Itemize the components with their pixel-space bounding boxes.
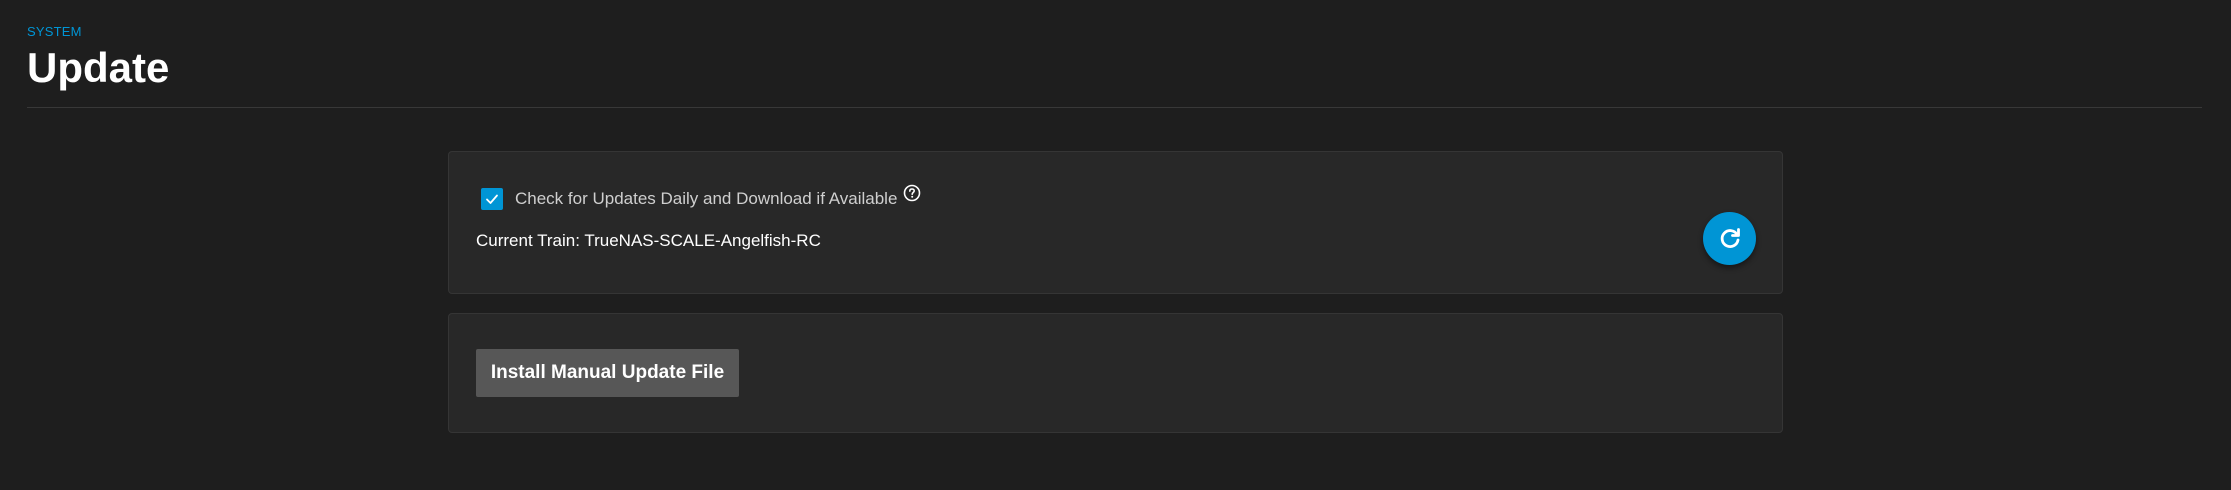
help-circle-icon[interactable] — [903, 184, 921, 202]
manual-update-card: Install Manual Update File — [448, 313, 1783, 433]
auto-update-checkbox[interactable] — [481, 188, 503, 210]
checkmark-icon — [486, 194, 498, 204]
page-header: SYSTEM Update — [27, 24, 169, 94]
header-divider — [27, 107, 2202, 108]
auto-update-checkbox-row[interactable]: Check for Updates Daily and Download if … — [481, 184, 921, 210]
page-title: Update — [27, 44, 170, 91]
breadcrumb[interactable]: SYSTEM — [27, 24, 169, 40]
install-manual-update-button[interactable]: Install Manual Update File — [476, 349, 739, 397]
refresh-icon — [1720, 227, 1740, 248]
refresh-button[interactable] — [1703, 212, 1756, 265]
current-train: Current Train: TrueNAS-SCALE-Angelfish-R… — [476, 231, 821, 250]
auto-update-card: Check for Updates Daily and Download if … — [448, 151, 1783, 294]
auto-update-checkbox-label[interactable]: Check for Updates Daily and Download if … — [515, 189, 897, 209]
